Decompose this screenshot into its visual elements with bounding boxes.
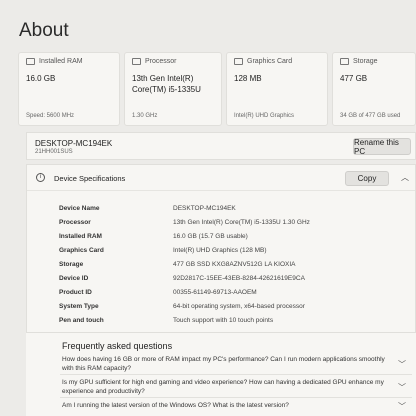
spec-value: 477 GB SSD KXG8AZNV512G LA KIOXIA (173, 261, 296, 268)
card-value: 477 GB (340, 74, 368, 83)
card-label: Storage (353, 58, 378, 65)
spec-key: Device ID (59, 275, 89, 282)
ram-icon (26, 58, 35, 65)
graphics-card-card[interactable]: Graphics Card 128 MB Intel(R) UHD Graphi… (226, 52, 328, 126)
copy-button[interactable]: Copy (345, 171, 389, 186)
card-subtext: Intel(R) UHD Graphics (234, 113, 295, 119)
card-label: Processor (145, 58, 177, 65)
device-specifications-panel: i Device Specifications Copy ︿ Device Na… (26, 164, 416, 340)
page-title: About (19, 20, 69, 41)
spec-key: Graphics Card (59, 247, 104, 254)
spec-key: Product ID (59, 289, 92, 296)
divider (60, 397, 412, 398)
installed-ram-card[interactable]: Installed RAM 16.0 GB Speed: 5600 MHz (18, 52, 120, 126)
spec-key: Installed RAM (59, 233, 102, 240)
processor-icon (132, 58, 141, 65)
faq-title: Frequently asked questions (62, 341, 173, 351)
graphics-card-icon (234, 58, 243, 65)
hardware-summary-cards: Installed RAM 16.0 GB Speed: 5600 MHz Pr… (18, 52, 416, 126)
spec-key: System Type (59, 303, 99, 310)
storage-card[interactable]: Storage 477 GB 34 GB of 477 GB used (332, 52, 416, 126)
card-subtext: 1.30 GHz (132, 113, 158, 119)
spec-value: 00355-61149-69713-AAOEM (173, 289, 257, 296)
chevron-down-icon[interactable]: ﹀ (398, 382, 406, 393)
spec-value: 64-bit operating system, x64-based proce… (173, 303, 305, 310)
chevron-up-icon[interactable]: ︿ (401, 172, 409, 183)
spec-value: 92D2817C-15EE-43EB-8284-42621619E9CA (173, 275, 305, 282)
device-name-panel: DESKTOP-MC194EK 21HH001SUS Rename this P… (26, 132, 416, 160)
storage-icon (340, 58, 349, 65)
chevron-down-icon[interactable]: ﹀ (398, 359, 406, 370)
spec-value: 13th Gen Intel(R) Core(TM) i5-1335U 1.30… (173, 219, 310, 226)
card-label: Installed RAM (39, 58, 83, 65)
processor-card[interactable]: Processor 13th Gen Intel(R) Core(TM) i5-… (124, 52, 222, 126)
device-specifications-title: Device Specifications (54, 174, 126, 183)
card-subtext: 34 GB of 477 GB used (340, 113, 401, 119)
card-subtext: Speed: 5600 MHz (26, 113, 75, 119)
divider (60, 374, 412, 375)
faq-item[interactable]: Is my GPU sufficient for high end gaming… (62, 378, 392, 396)
card-value: 16.0 GB (26, 74, 56, 83)
device-specifications-header[interactable]: i Device Specifications Copy ︿ (27, 165, 415, 191)
spec-key: Storage (59, 261, 84, 268)
spec-key: Device Name (59, 205, 100, 212)
faq-item[interactable]: How does having 16 GB or more of RAM imp… (62, 355, 392, 373)
spec-value: DESKTOP-MC194EK (173, 205, 236, 212)
card-value: 13th Gen Intel(R) Core(TM) i5-1335U (132, 74, 201, 94)
device-model: 21HH001SUS (35, 149, 73, 155)
chevron-down-icon[interactable]: ﹀ (398, 401, 406, 412)
card-value: 128 MB (234, 74, 262, 83)
spec-value: Touch support with 10 touch points (173, 317, 274, 324)
spec-value: 16.0 GB (15.7 GB usable) (173, 233, 248, 240)
faq-panel: Frequently asked questions How does havi… (26, 332, 416, 416)
spec-key: Processor (59, 219, 91, 226)
info-icon: i (36, 173, 45, 182)
rename-pc-button[interactable]: Rename this PC (353, 138, 411, 156)
device-name: DESKTOP-MC194EK (35, 139, 113, 148)
spec-value: Intel(R) UHD Graphics (128 MB) (173, 247, 267, 254)
spec-key: Pen and touch (59, 317, 104, 324)
faq-item[interactable]: Am I running the latest version of the W… (62, 401, 392, 410)
card-label: Graphics Card (247, 58, 293, 65)
